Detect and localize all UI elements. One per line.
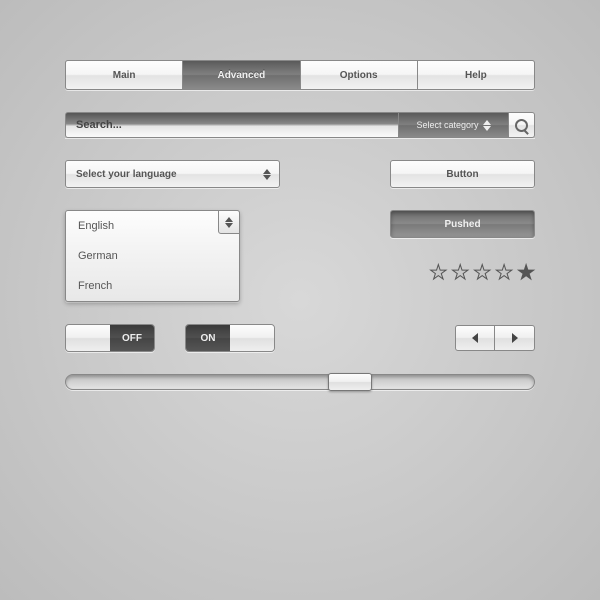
tab-advanced[interactable]: Advanced xyxy=(183,60,300,90)
chevron-right-icon xyxy=(512,333,518,343)
search-input[interactable]: Search... xyxy=(65,112,399,138)
listbox-spinner[interactable] xyxy=(218,210,240,234)
slider-track[interactable] xyxy=(65,374,535,390)
slider-thumb[interactable] xyxy=(328,373,372,391)
rating: ★ ★ ★ ★ ★ xyxy=(429,260,535,285)
star-icon[interactable]: ★ xyxy=(517,260,535,285)
tab-help[interactable]: Help xyxy=(418,60,535,90)
list-item[interactable]: German xyxy=(66,241,239,271)
list-item[interactable]: French xyxy=(66,271,239,301)
star-icon[interactable]: ★ xyxy=(473,260,491,285)
search-button[interactable] xyxy=(509,112,535,138)
list-item[interactable]: English xyxy=(66,211,239,241)
star-icon[interactable]: ★ xyxy=(429,260,447,285)
star-icon[interactable]: ★ xyxy=(495,260,513,285)
search-icon xyxy=(515,119,528,132)
tab-bar: Main Advanced Options Help xyxy=(65,60,535,90)
language-listbox[interactable]: English German French xyxy=(65,210,240,302)
chevron-left-icon xyxy=(472,333,478,343)
pager xyxy=(455,325,535,351)
star-icon[interactable]: ★ xyxy=(451,260,469,285)
search-bar: Search... Select category xyxy=(65,112,535,138)
button-pushed[interactable]: Pushed xyxy=(390,210,535,238)
pager-next[interactable] xyxy=(495,325,535,351)
spinner-icon xyxy=(483,120,491,131)
toggle-on[interactable]: ON xyxy=(185,324,275,352)
tab-options[interactable]: Options xyxy=(301,60,418,90)
tab-main[interactable]: Main xyxy=(65,60,183,90)
pager-prev[interactable] xyxy=(455,325,495,351)
toggle-off[interactable]: OFF xyxy=(65,324,155,352)
button-normal[interactable]: Button xyxy=(390,160,535,188)
search-category-select[interactable]: Select category xyxy=(399,112,509,138)
language-select[interactable]: Select your language xyxy=(65,160,280,188)
spinner-icon xyxy=(263,169,271,180)
